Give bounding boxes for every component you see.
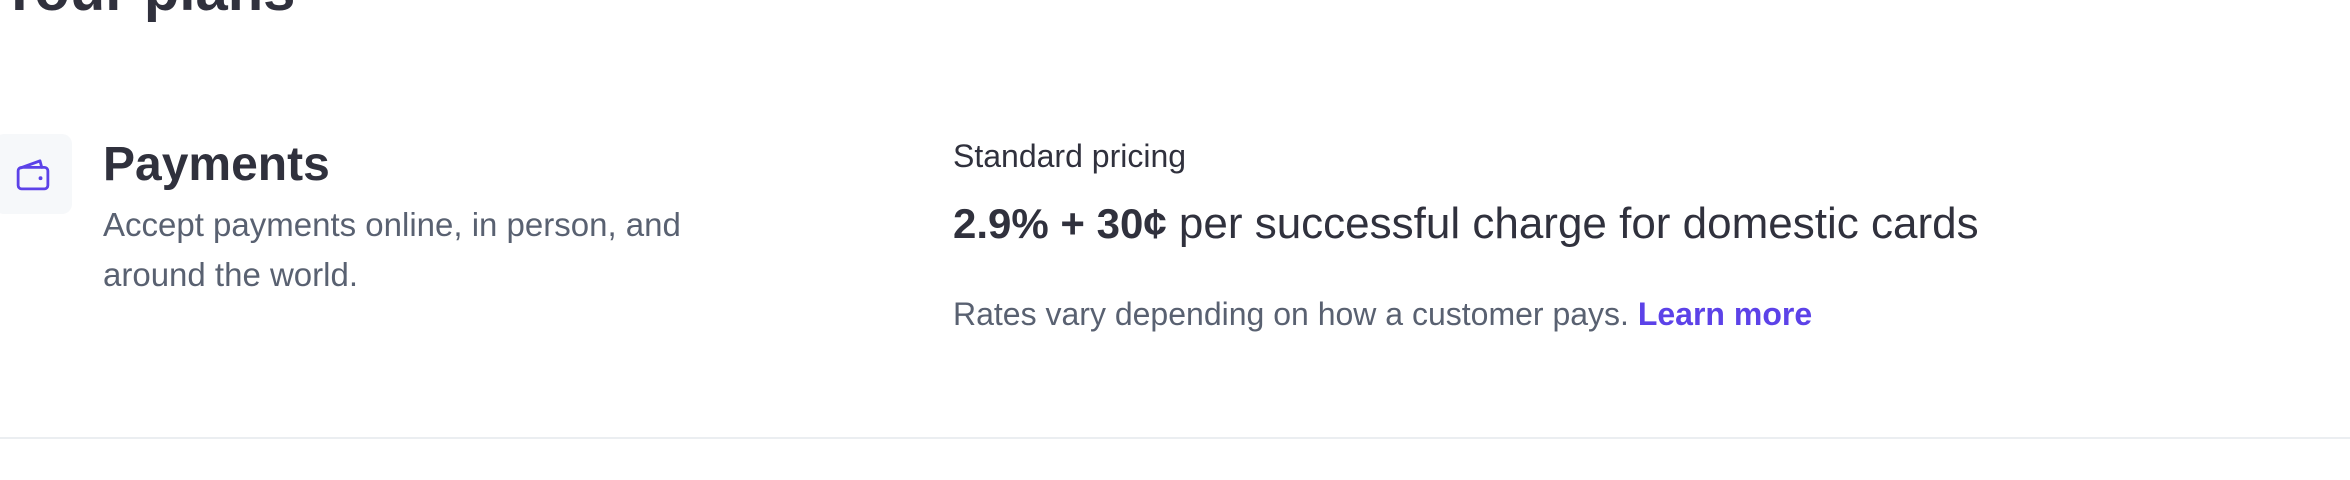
product-name: Payments: [103, 138, 330, 191]
wallet-icon: [16, 159, 50, 191]
pricing-note-line: Rates vary depending on how a customer p…: [953, 292, 1812, 336]
product-icon-container: [0, 134, 72, 214]
pricing-label: Standard pricing: [953, 138, 1187, 174]
section-divider: [0, 437, 2350, 439]
pricing-rate-suffix: per successful charge for domestic cards: [1166, 199, 1979, 248]
pricing-rate: 2.9% + 30¢: [953, 200, 1167, 247]
learn-more-link[interactable]: Learn more: [1638, 296, 1812, 332]
pricing-note: Rates vary depending on how a customer p…: [953, 296, 1629, 332]
pricing-rate-line: 2.9% + 30¢ per successful charge for dom…: [953, 196, 1979, 252]
product-description: Accept payments online, in person, and a…: [103, 206, 681, 293]
section-heading: Your plans: [0, 0, 295, 20]
plans-page: Your plans Payments Accept payments onli…: [0, 0, 2350, 480]
